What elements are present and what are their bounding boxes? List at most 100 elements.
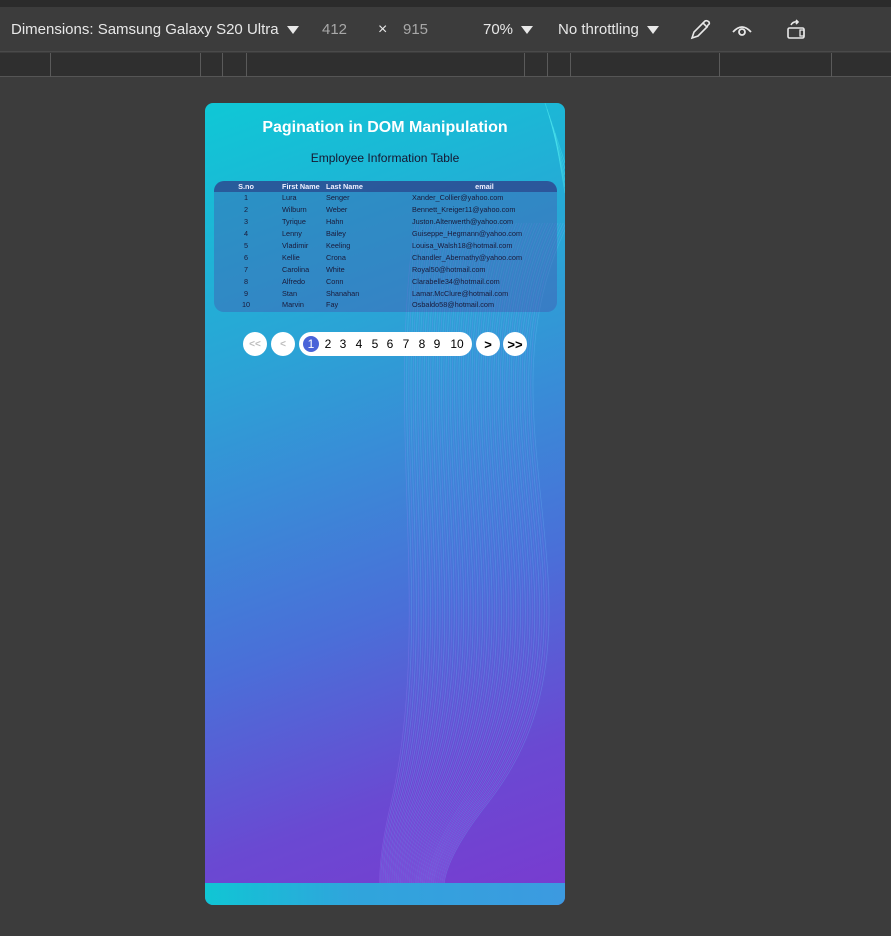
employee-table-card: S.no First Name Last Name email 1 Lura S… bbox=[214, 181, 557, 312]
eyedropper-button[interactable] bbox=[688, 7, 712, 52]
table-row: 10 Marvin Fay Osbaldo58@hotmail.com bbox=[214, 299, 557, 311]
cell-last-name: White bbox=[326, 264, 345, 274]
throttling-label: No throttling bbox=[558, 21, 639, 38]
table-row: 2 Wilburn Weber Bennett_Kreiger11@yahoo.… bbox=[214, 204, 557, 216]
cell-sno: 7 bbox=[243, 264, 249, 274]
wave-line bbox=[402, 222, 470, 905]
column-header-last-name: Last Name bbox=[326, 182, 363, 191]
device-viewport: Pagination in DOM Manipulation Employee … bbox=[205, 103, 565, 905]
cell-first-name: Lura bbox=[282, 193, 297, 203]
height-input[interactable]: 915 bbox=[403, 7, 428, 52]
cell-first-name: Kellie bbox=[282, 252, 300, 262]
next-page-button[interactable]: > bbox=[476, 332, 500, 356]
cell-email: Clarabelle34@hotmail.com bbox=[412, 276, 500, 286]
table-row: 8 Alfredo Conn Clarabelle34@hotmail.com bbox=[214, 275, 557, 287]
employee-table: S.no First Name Last Name email 1 Lura S… bbox=[214, 181, 557, 311]
table-row: 3 Tyrique Hahn Juston.Altenwerth@yahoo.c… bbox=[214, 216, 557, 228]
cell-sno: 1 bbox=[243, 193, 249, 203]
dimension-separator: × bbox=[378, 20, 388, 38]
vision-deficiency-button[interactable] bbox=[730, 7, 754, 52]
cell-email: Bennett_Kreiger11@yahoo.com bbox=[412, 205, 516, 215]
cell-email: Juston.Altenwerth@yahoo.com bbox=[412, 217, 514, 227]
cell-first-name: Vladimir bbox=[282, 241, 309, 250]
column-header-email: email bbox=[475, 182, 494, 191]
cell-sno: 2 bbox=[243, 205, 249, 215]
table-row: 9 Stan Shanahan Lamar.McClure@hotmail.co… bbox=[214, 287, 557, 299]
cell-sno: 6 bbox=[243, 252, 249, 262]
ruler-tick bbox=[246, 53, 247, 77]
cell-sno: 10 bbox=[241, 300, 251, 310]
last-page-button[interactable]: >> bbox=[503, 332, 527, 356]
cell-sno: 5 bbox=[243, 241, 249, 250]
chevron-down-icon bbox=[521, 25, 534, 34]
table-header-row: S.no First Name Last Name email bbox=[214, 181, 557, 192]
table-row: 7 Carolina White Royal50@hotmail.com bbox=[214, 263, 557, 275]
device-dimensions-label: Dimensions: Samsung Galaxy S20 Ultra bbox=[11, 21, 279, 38]
cell-last-name: Hahn bbox=[326, 217, 344, 227]
page-6-button[interactable]: 6 bbox=[383, 332, 397, 356]
page-7-button[interactable]: 7 bbox=[399, 332, 413, 356]
column-header-sno: S.no bbox=[238, 182, 254, 191]
cell-first-name: Stan bbox=[282, 288, 298, 298]
chevron-down-icon bbox=[646, 25, 659, 34]
page-3-button[interactable]: 3 bbox=[336, 332, 350, 356]
eyedropper-icon bbox=[690, 19, 711, 39]
page-1-button[interactable]: 1 bbox=[303, 336, 319, 352]
cell-email: Chandler_Abernathy@yahoo.com bbox=[412, 252, 523, 262]
cell-sno: 4 bbox=[243, 229, 249, 239]
width-input[interactable]: 412 bbox=[322, 7, 347, 52]
page-number-list: 1 2 3 4 5 6 7 8 9 10 bbox=[299, 332, 472, 356]
devtools-device-toolbar: Dimensions: Samsung Galaxy S20 Ultra 412… bbox=[0, 7, 891, 52]
pagination: << < 1 2 3 4 5 6 7 8 9 10 > >> bbox=[243, 332, 533, 356]
device-dimensions-dropdown[interactable]: Dimensions: Samsung Galaxy S20 Ultra bbox=[11, 7, 299, 52]
cell-email: Royal50@hotmail.com bbox=[412, 264, 486, 274]
rotate-icon bbox=[787, 18, 805, 39]
chevron-down-icon bbox=[286, 25, 299, 34]
cell-last-name: Senger bbox=[326, 193, 350, 203]
throttling-dropdown[interactable]: No throttling bbox=[558, 7, 659, 52]
cell-first-name: Carolina bbox=[282, 264, 310, 274]
ruler-tick bbox=[200, 53, 201, 77]
page-8-button[interactable]: 8 bbox=[415, 332, 429, 356]
page-2-button[interactable]: 2 bbox=[321, 332, 335, 356]
cell-first-name: Wilburn bbox=[282, 205, 307, 215]
page-bottom-bar bbox=[205, 883, 565, 905]
previous-page-button[interactable]: < bbox=[271, 332, 295, 356]
page-9-button[interactable]: 9 bbox=[430, 332, 444, 356]
ruler-tick bbox=[547, 53, 548, 77]
table-row: 5 Vladimir Keeling Louisa_Walsh18@hotmai… bbox=[214, 240, 557, 252]
cell-last-name: Crona bbox=[326, 252, 346, 262]
media-query-ruler[interactable] bbox=[0, 53, 891, 77]
page-5-button[interactable]: 5 bbox=[368, 332, 382, 356]
ruler-tick bbox=[719, 53, 720, 77]
cell-last-name: Conn bbox=[326, 276, 344, 286]
cell-email: Lamar.McClure@hotmail.com bbox=[412, 288, 509, 298]
cell-last-name: Shanahan bbox=[326, 288, 360, 298]
cell-sno: 9 bbox=[243, 288, 249, 298]
page-4-button[interactable]: 4 bbox=[352, 332, 366, 356]
table-row: 4 Lenny Bailey Guiseppe_Hegmann@yahoo.co… bbox=[214, 228, 557, 240]
table-row: 6 Kellie Crona Chandler_Abernathy@yahoo.… bbox=[214, 251, 557, 263]
window-top-strip bbox=[0, 0, 891, 7]
cell-last-name: Keeling bbox=[326, 241, 351, 250]
cell-email: Xander_Collier@yahoo.com bbox=[412, 193, 504, 203]
cell-sno: 3 bbox=[243, 217, 249, 227]
page-title: Pagination in DOM Manipulation bbox=[262, 119, 508, 136]
cell-first-name: Alfredo bbox=[282, 276, 306, 286]
cell-last-name: Bailey bbox=[326, 229, 346, 239]
eye-icon bbox=[732, 25, 752, 36]
column-header-first-name: First Name bbox=[282, 182, 320, 191]
first-page-button[interactable]: << bbox=[243, 332, 267, 356]
page-10-button[interactable]: 10 bbox=[446, 332, 468, 356]
cell-email: Osbaldo58@hotmail.com bbox=[412, 300, 495, 310]
cell-first-name: Marvin bbox=[282, 300, 304, 310]
zoom-dropdown[interactable]: 70% bbox=[483, 7, 534, 52]
cell-sno: 8 bbox=[243, 276, 249, 286]
cell-email: Guiseppe_Hegmann@yahoo.com bbox=[412, 229, 523, 239]
ruler-tick bbox=[831, 53, 832, 77]
cell-last-name: Fay bbox=[326, 300, 339, 310]
zoom-label: 70% bbox=[483, 21, 514, 38]
rotate-button[interactable] bbox=[785, 7, 809, 52]
ruler-tick bbox=[570, 53, 571, 77]
cell-email: Louisa_Walsh18@hotmail.com bbox=[412, 241, 513, 250]
